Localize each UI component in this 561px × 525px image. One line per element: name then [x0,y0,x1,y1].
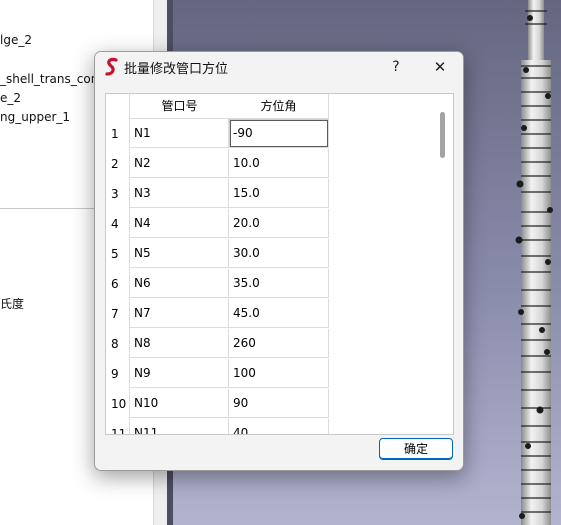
nozzle-no-cell[interactable]: N3 [129,179,229,208]
row-number[interactable]: 2 [106,149,129,179]
nozzle-no-cell[interactable]: N1 [129,119,229,148]
azimuth-cell[interactable]: -90 [229,119,329,148]
row-number[interactable]: 9 [106,359,129,389]
batch-nozzle-orientation-dialog: 批量修改管口方位 ? ✕ 管口号 方位角 1 N1 -90 2 N2 10.0 3 N3 15.… [94,51,464,471]
nozzle-no-cell[interactable]: N10 [129,389,229,418]
row-number[interactable]: 4 [106,209,129,239]
column-header-nozzle-no[interactable]: 管口号 [129,94,230,119]
row-number[interactable]: 3 [106,179,129,209]
row-number[interactable]: 6 [106,269,129,299]
table-row[interactable]: 3 N3 15.0 [106,179,453,209]
table-row[interactable]: 5 N5 30.0 [106,239,453,269]
table-corner[interactable] [106,94,129,119]
nozzle-no-cell[interactable]: N6 [129,269,229,298]
table-row[interactable]: 9 N9 100 [106,359,453,389]
row-number[interactable]: 1 [106,119,129,149]
table-row[interactable]: 8 N8 260 [106,329,453,359]
nozzle-table: 管口号 方位角 1 N1 -90 2 N2 10.0 3 N3 15.0 4 N4 20.0 5 N5 30… [105,93,454,435]
table-row[interactable]: 2 N2 10.0 [106,149,453,179]
nozzle-no-cell[interactable]: N9 [129,359,229,388]
dialog-titlebar[interactable]: 批量修改管口方位 ? ✕ [95,52,463,82]
row-number[interactable]: 5 [106,239,129,269]
azimuth-cell[interactable]: 40 [229,419,329,434]
row-number[interactable]: 10 [106,389,129,419]
row-number[interactable]: 7 [106,299,129,329]
azimuth-cell[interactable]: 100 [229,359,329,388]
row-number[interactable]: 11 [106,419,129,434]
vessel-top-shell [528,0,544,60]
table-scrollbar-thumb[interactable] [440,112,445,158]
azimuth-cell[interactable]: 35.0 [229,269,329,298]
app-logo-icon [105,57,118,76]
azimuth-cell[interactable]: 90 [229,389,329,418]
row-number[interactable]: 8 [106,329,129,359]
azimuth-cell[interactable]: 30.0 [229,239,329,268]
azimuth-cell[interactable]: 20.0 [229,209,329,238]
column-header-azimuth[interactable]: 方位角 [229,94,329,119]
nozzle-no-cell[interactable]: N11 [129,419,229,434]
azimuth-cell[interactable]: 15.0 [229,179,329,208]
table-row[interactable]: 11 N11 40 [106,419,453,434]
table-row[interactable]: 7 N7 45.0 [106,299,453,329]
ok-button[interactable]: 确定 [379,438,453,460]
table-row[interactable]: 4 N4 20.0 [106,209,453,239]
table-row[interactable]: 10 N10 90 [106,389,453,419]
nozzle-no-cell[interactable]: N2 [129,149,229,178]
table-row[interactable]: 6 N6 35.0 [106,269,453,299]
dialog-title: 批量修改管口方位 [124,62,229,77]
help-button[interactable]: ? [385,55,407,79]
close-button[interactable]: ✕ [427,55,453,79]
azimuth-cell[interactable]: 10.0 [229,149,329,178]
table-header: 管口号 方位角 [106,94,453,119]
table-row[interactable]: 1 N1 -90 [106,119,453,149]
azimuth-cell[interactable]: 260 [229,329,329,358]
azimuth-cell[interactable]: 45.0 [229,299,329,328]
nozzle-no-cell[interactable]: N5 [129,239,229,268]
nozzle-no-cell[interactable]: N4 [129,209,229,238]
nozzle-no-cell[interactable]: N8 [129,329,229,358]
nozzle-no-cell[interactable]: N7 [129,299,229,328]
